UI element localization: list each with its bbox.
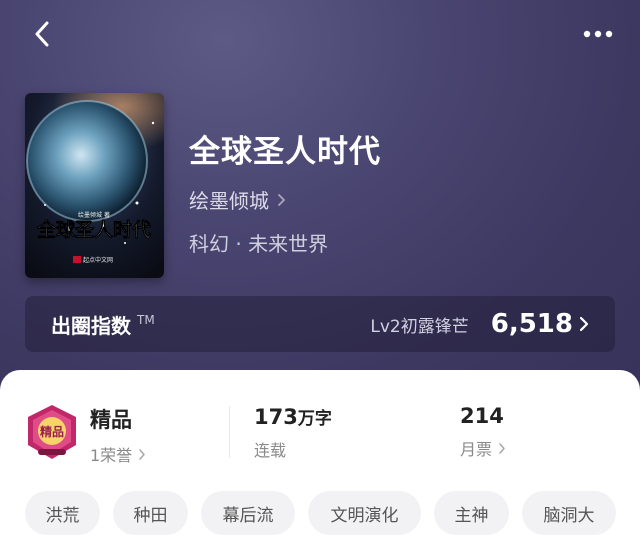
word-count-number: 173	[254, 405, 298, 429]
book-cover[interactable]: 绘墨倾城 著 全球圣人时代 起点中文网	[25, 93, 164, 278]
tag-chip[interactable]: 洪荒	[25, 491, 100, 535]
monthly-votes-label: 月票	[460, 440, 493, 459]
chevron-right-icon	[499, 442, 505, 454]
word-count-stat: 173万字 连载	[254, 404, 332, 461]
index-label: 出圈指数	[51, 313, 131, 338]
honor-count: 1荣誉	[90, 446, 133, 465]
index-level: Lv2初露锋芒	[370, 316, 469, 337]
tag-chip[interactable]: 种田	[113, 491, 188, 535]
monthly-votes-stat[interactable]: 214 月票	[460, 404, 506, 460]
back-button[interactable]	[26, 18, 58, 50]
serial-status: 连载	[254, 441, 287, 460]
tag-chip[interactable]: 脑洞大	[522, 491, 616, 535]
more-dots-icon	[583, 30, 613, 38]
tag-list: 洪荒 种田 幕后流 文明演化 主神 脑洞大	[25, 491, 616, 535]
cover-title-text: 全球圣人时代	[36, 218, 151, 241]
cover-author-text: 绘墨倾城 著	[78, 211, 110, 219]
monthly-votes-number: 214	[460, 404, 504, 428]
book-title: 全球圣人时代	[189, 134, 381, 170]
cover-publisher-text: 起点中文网	[83, 256, 113, 264]
popularity-index-bar[interactable]: 出圈指数 TM Lv2初露锋芒 6,518	[25, 296, 615, 352]
chevron-left-icon	[35, 21, 49, 47]
word-count-unit: 万字	[297, 409, 332, 429]
chevron-right-icon	[579, 316, 589, 332]
book-info: 全球圣人时代 绘墨倾城 科幻 · 未来世界	[189, 126, 381, 257]
index-score: 6,518	[490, 309, 573, 339]
author-name: 绘墨倾城	[189, 189, 269, 213]
honor-stat[interactable]: 精品 1荣誉	[90, 404, 146, 466]
tag-chip[interactable]: 主神	[434, 491, 509, 535]
chevron-right-icon	[278, 193, 285, 206]
badge-text: 精品	[40, 424, 64, 439]
quality-award-badge-icon: 精品	[24, 403, 80, 461]
stat-divider	[229, 406, 230, 458]
author-link[interactable]: 绘墨倾城	[189, 185, 381, 214]
tag-chip[interactable]: 文明演化	[308, 491, 421, 535]
tag-chip[interactable]: 幕后流	[201, 491, 295, 535]
trademark-mark: TM	[137, 313, 155, 327]
more-options-button[interactable]	[578, 22, 618, 46]
details-sheet: 精品 精品 1荣誉 173万字 连载 214 月票 洪荒 种田 幕后流 文明演化…	[0, 370, 640, 546]
chevron-right-icon	[139, 448, 145, 460]
book-genre: 科幻 · 未来世界	[189, 232, 329, 256]
honor-title: 精品	[90, 408, 132, 432]
